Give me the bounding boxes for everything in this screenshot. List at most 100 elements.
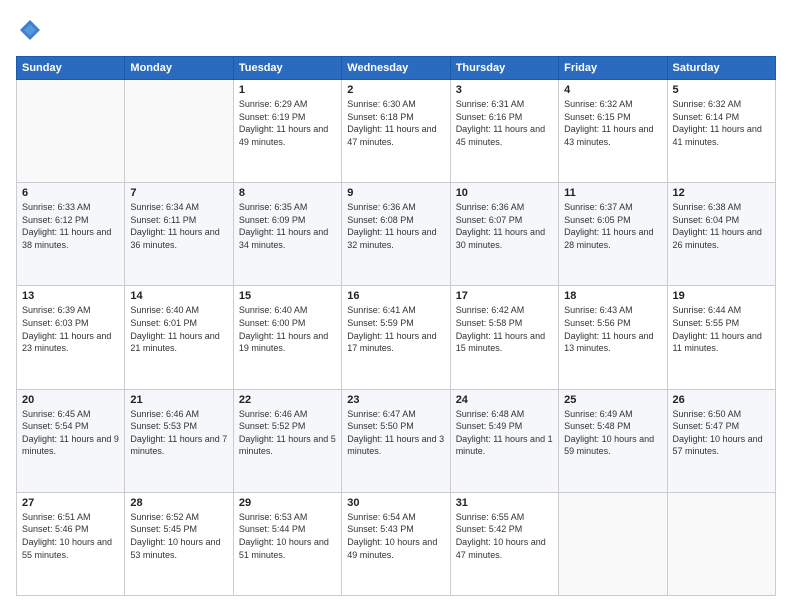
calendar-cell: 15 Sunrise: 6:40 AMSunset: 6:00 PMDayligh…	[233, 286, 341, 389]
calendar-cell	[17, 80, 125, 183]
day-info: Sunrise: 6:35 AMSunset: 6:09 PMDaylight:…	[239, 201, 336, 251]
day-number: 8	[239, 187, 336, 199]
calendar-cell: 23 Sunrise: 6:47 AMSunset: 5:50 PMDayligh…	[342, 389, 450, 492]
day-info: Sunrise: 6:34 AMSunset: 6:11 PMDaylight:…	[130, 201, 227, 251]
day-info: Sunrise: 6:36 AMSunset: 6:07 PMDaylight:…	[456, 201, 553, 251]
calendar-week-5: 27Sunrise: 6:51 AMSunset: 5:46 PMDayligh…	[17, 492, 776, 595]
calendar-week-1: 1Sunrise: 6:29 AMSunset: 6:19 PMDaylight…	[17, 80, 776, 183]
day-number: 9	[347, 187, 444, 199]
calendar-cell: 31Sunrise: 6:55 AMSunset: 5:42 PMDayligh…	[450, 492, 558, 595]
calendar-cell: 18Sunrise: 6:43 AMSunset: 5:56 PMDayligh…	[559, 286, 667, 389]
header	[16, 16, 776, 44]
calendar-cell: 29 Sunrise: 6:53 AMSunset: 5:44 PMDayligh…	[233, 492, 341, 595]
day-info: Sunrise: 6:31 AMSunset: 6:16 PMDaylight:…	[456, 98, 553, 148]
calendar-cell	[667, 492, 775, 595]
calendar-cell: 4 Sunrise: 6:32 AMSunset: 6:15 PMDaylight…	[559, 80, 667, 183]
day-info: Sunrise: 6:47 AMSunset: 5:50 PMDaylight:…	[347, 408, 444, 458]
day-info: Sunrise: 6:32 AMSunset: 6:14 PMDaylight:…	[673, 98, 770, 148]
day-info: Sunrise: 6:36 AMSunset: 6:08 PMDaylight:…	[347, 201, 444, 251]
calendar-cell: 16 Sunrise: 6:41 AMSunset: 5:59 PMDayligh…	[342, 286, 450, 389]
day-info: Sunrise: 6:52 AMSunset: 5:45 PMDaylight:…	[130, 511, 227, 561]
day-number: 14	[130, 290, 227, 302]
calendar-cell: 17Sunrise: 6:42 AMSunset: 5:58 PMDayligh…	[450, 286, 558, 389]
day-number: 4	[564, 84, 661, 96]
calendar-cell: 19Sunrise: 6:44 AMSunset: 5:55 PMDayligh…	[667, 286, 775, 389]
calendar-cell: 10 Sunrise: 6:36 AMSunset: 6:07 PMDayligh…	[450, 183, 558, 286]
logo-icon	[16, 16, 44, 44]
calendar-cell: 27Sunrise: 6:51 AMSunset: 5:46 PMDayligh…	[17, 492, 125, 595]
calendar-cell: 9 Sunrise: 6:36 AMSunset: 6:08 PMDaylight…	[342, 183, 450, 286]
calendar-cell: 22 Sunrise: 6:46 AMSunset: 5:52 PMDayligh…	[233, 389, 341, 492]
day-info: Sunrise: 6:46 AMSunset: 5:53 PMDaylight:…	[130, 408, 227, 458]
calendar-cell: 25Sunrise: 6:49 AMSunset: 5:48 PMDayligh…	[559, 389, 667, 492]
day-number: 6	[22, 187, 119, 199]
calendar-cell: 11 Sunrise: 6:37 AMSunset: 6:05 PMDayligh…	[559, 183, 667, 286]
weekday-header-friday: Friday	[559, 57, 667, 80]
calendar-cell: 30 Sunrise: 6:54 AMSunset: 5:43 PMDayligh…	[342, 492, 450, 595]
day-number: 21	[130, 394, 227, 406]
day-info: Sunrise: 6:37 AMSunset: 6:05 PMDaylight:…	[564, 201, 661, 251]
day-info: Sunrise: 6:33 AMSunset: 6:12 PMDaylight:…	[22, 201, 119, 251]
weekday-header-wednesday: Wednesday	[342, 57, 450, 80]
calendar-cell: 7 Sunrise: 6:34 AMSunset: 6:11 PMDaylight…	[125, 183, 233, 286]
day-info: Sunrise: 6:51 AMSunset: 5:46 PMDaylight:…	[22, 511, 119, 561]
calendar-cell	[125, 80, 233, 183]
day-number: 30	[347, 497, 444, 509]
day-info: Sunrise: 6:48 AMSunset: 5:49 PMDaylight:…	[456, 408, 553, 458]
day-info: Sunrise: 6:29 AMSunset: 6:19 PMDaylight:…	[239, 98, 336, 148]
calendar-cell: 21 Sunrise: 6:46 AMSunset: 5:53 PMDayligh…	[125, 389, 233, 492]
day-info: Sunrise: 6:45 AMSunset: 5:54 PMDaylight:…	[22, 408, 119, 458]
day-info: Sunrise: 6:46 AMSunset: 5:52 PMDaylight:…	[239, 408, 336, 458]
day-number: 11	[564, 187, 661, 199]
calendar-week-3: 13Sunrise: 6:39 AMSunset: 6:03 PMDayligh…	[17, 286, 776, 389]
day-number: 17	[456, 290, 553, 302]
day-number: 12	[673, 187, 770, 199]
day-info: Sunrise: 6:43 AMSunset: 5:56 PMDaylight:…	[564, 304, 661, 354]
day-info: Sunrise: 6:49 AMSunset: 5:48 PMDaylight:…	[564, 408, 661, 458]
calendar-cell: 26Sunrise: 6:50 AMSunset: 5:47 PMDayligh…	[667, 389, 775, 492]
calendar-cell: 3 Sunrise: 6:31 AMSunset: 6:16 PMDaylight…	[450, 80, 558, 183]
day-number: 19	[673, 290, 770, 302]
day-number: 22	[239, 394, 336, 406]
weekday-header-row: SundayMondayTuesdayWednesdayThursdayFrid…	[17, 57, 776, 80]
weekday-header-monday: Monday	[125, 57, 233, 80]
weekday-header-saturday: Saturday	[667, 57, 775, 80]
day-info: Sunrise: 6:38 AMSunset: 6:04 PMDaylight:…	[673, 201, 770, 251]
day-number: 2	[347, 84, 444, 96]
page-container: SundayMondayTuesdayWednesdayThursdayFrid…	[0, 0, 792, 612]
calendar-cell: 28 Sunrise: 6:52 AMSunset: 5:45 PMDayligh…	[125, 492, 233, 595]
calendar-cell: 5 Sunrise: 6:32 AMSunset: 6:14 PMDaylight…	[667, 80, 775, 183]
day-info: Sunrise: 6:40 AMSunset: 6:01 PMDaylight:…	[130, 304, 227, 354]
day-info: Sunrise: 6:30 AMSunset: 6:18 PMDaylight:…	[347, 98, 444, 148]
calendar-cell: 14 Sunrise: 6:40 AMSunset: 6:01 PMDayligh…	[125, 286, 233, 389]
weekday-header-tuesday: Tuesday	[233, 57, 341, 80]
day-number: 7	[130, 187, 227, 199]
calendar-cell: 6 Sunrise: 6:33 AMSunset: 6:12 PMDaylight…	[17, 183, 125, 286]
calendar-week-4: 20 Sunrise: 6:45 AMSunset: 5:54 PMDayligh…	[17, 389, 776, 492]
day-info: Sunrise: 6:32 AMSunset: 6:15 PMDaylight:…	[564, 98, 661, 148]
day-number: 20	[22, 394, 119, 406]
weekday-header-thursday: Thursday	[450, 57, 558, 80]
day-info: Sunrise: 6:53 AMSunset: 5:44 PMDaylight:…	[239, 511, 336, 561]
day-number: 13	[22, 290, 119, 302]
day-number: 28	[130, 497, 227, 509]
day-info: Sunrise: 6:54 AMSunset: 5:43 PMDaylight:…	[347, 511, 444, 561]
day-number: 15	[239, 290, 336, 302]
calendar-cell: 2 Sunrise: 6:30 AMSunset: 6:18 PMDaylight…	[342, 80, 450, 183]
day-number: 31	[456, 497, 553, 509]
day-number: 10	[456, 187, 553, 199]
day-number: 29	[239, 497, 336, 509]
calendar-cell: 20 Sunrise: 6:45 AMSunset: 5:54 PMDayligh…	[17, 389, 125, 492]
day-number: 3	[456, 84, 553, 96]
calendar-table: SundayMondayTuesdayWednesdayThursdayFrid…	[16, 56, 776, 596]
day-number: 24	[456, 394, 553, 406]
calendar-cell: 8 Sunrise: 6:35 AMSunset: 6:09 PMDaylight…	[233, 183, 341, 286]
day-number: 23	[347, 394, 444, 406]
day-info: Sunrise: 6:50 AMSunset: 5:47 PMDaylight:…	[673, 408, 770, 458]
day-number: 16	[347, 290, 444, 302]
day-info: Sunrise: 6:41 AMSunset: 5:59 PMDaylight:…	[347, 304, 444, 354]
calendar-cell: 12 Sunrise: 6:38 AMSunset: 6:04 PMDayligh…	[667, 183, 775, 286]
calendar-cell: 13Sunrise: 6:39 AMSunset: 6:03 PMDayligh…	[17, 286, 125, 389]
day-number: 5	[673, 84, 770, 96]
day-info: Sunrise: 6:40 AMSunset: 6:00 PMDaylight:…	[239, 304, 336, 354]
